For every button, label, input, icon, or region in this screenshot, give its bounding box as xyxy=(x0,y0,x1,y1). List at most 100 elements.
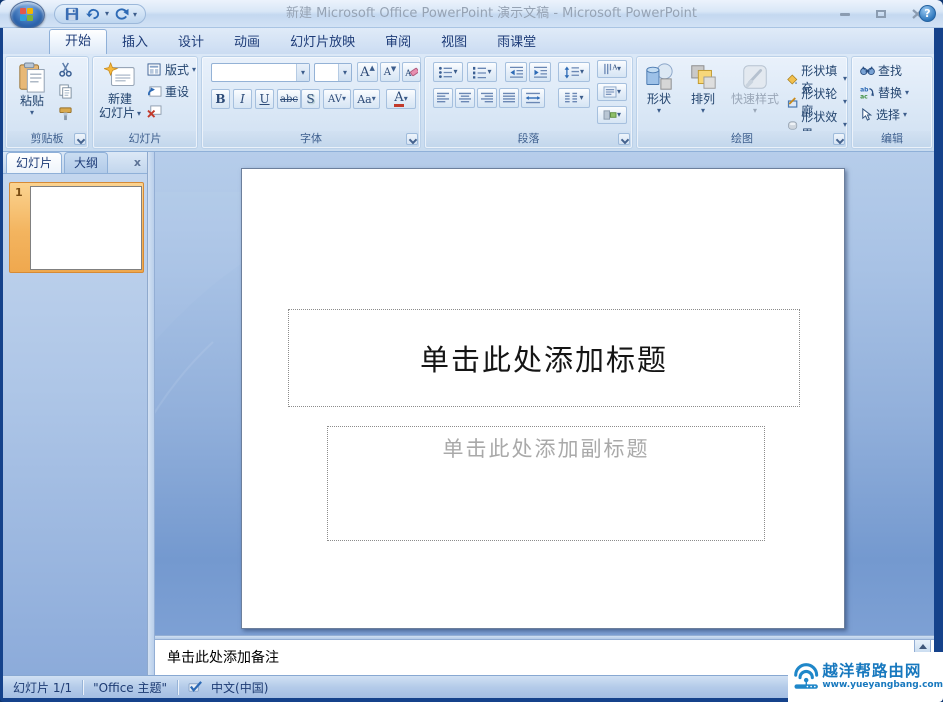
delete-slide-button[interactable] xyxy=(147,105,165,118)
line-spacing-dropdown: ▾ xyxy=(579,67,584,76)
increase-indent-icon xyxy=(533,66,547,78)
office-button[interactable] xyxy=(10,1,45,29)
numbering-button[interactable]: ▾ xyxy=(467,62,497,82)
panel-close-button[interactable]: x xyxy=(134,156,141,169)
layout-button[interactable]: 版式 ▾ xyxy=(147,61,196,78)
align-text-icon xyxy=(603,86,617,98)
save-icon xyxy=(65,7,79,21)
paste-dropdown[interactable]: ▾ xyxy=(30,109,34,117)
reset-button[interactable]: 重设 xyxy=(147,83,189,100)
grow-font-button[interactable]: A ▲ xyxy=(357,62,378,82)
customize-qat-button[interactable]: ▾ xyxy=(133,11,137,19)
clear-formatting-icon: A xyxy=(405,67,418,79)
redo-button[interactable] xyxy=(112,6,130,22)
tab-review[interactable]: 审阅 xyxy=(370,31,426,54)
font-dialog-launcher[interactable] xyxy=(406,133,418,145)
strikethrough-button[interactable]: abc xyxy=(277,89,301,109)
line-spacing-button[interactable]: ▾ xyxy=(558,62,590,82)
distributed-button[interactable] xyxy=(521,88,545,108)
replace-button[interactable]: ab ac 替换 ▾ xyxy=(860,84,909,101)
language-label: 中文(中国) xyxy=(211,680,269,695)
watermark: 越洋帮路由网 www.yueyangbang.com xyxy=(788,652,943,702)
reset-icon xyxy=(148,86,162,97)
reset-label: 重设 xyxy=(165,85,190,99)
align-center-button[interactable] xyxy=(455,88,475,108)
shapes-button[interactable]: 形状 ▾ xyxy=(639,57,679,115)
layout-icon xyxy=(147,63,161,76)
tab-insert[interactable]: 插入 xyxy=(107,31,163,54)
convert-smartart-button[interactable]: ▾ xyxy=(597,106,627,124)
workspace: 幻灯片 大纲 x 1 单击此处添加标题 单击此处添加副标题 单击此处添加备注 xyxy=(3,152,934,675)
paste-button[interactable]: 粘贴 ▾ xyxy=(12,57,52,117)
copy-button[interactable] xyxy=(58,84,73,99)
tab-animations[interactable]: 动画 xyxy=(219,31,275,54)
character-spacing-button[interactable]: AV ▾ xyxy=(323,89,351,109)
decrease-indent-button[interactable] xyxy=(505,62,527,82)
new-slide-button[interactable]: 新建 幻灯片 ▾ xyxy=(97,57,143,120)
italic-button[interactable]: I xyxy=(233,89,252,109)
character-spacing-label: AV xyxy=(328,93,342,105)
tab-view[interactable]: 视图 xyxy=(426,31,482,54)
align-left-button[interactable] xyxy=(433,88,453,108)
theme-name[interactable]: "Office 主题" xyxy=(83,679,177,696)
cut-button[interactable] xyxy=(58,62,73,77)
paragraph-dialog-launcher[interactable] xyxy=(618,133,630,145)
find-icon xyxy=(860,66,875,76)
slide-canvas[interactable]: 单击此处添加标题 单击此处添加副标题 xyxy=(241,168,845,629)
font-color-button[interactable]: A ▾ xyxy=(386,89,416,109)
save-button[interactable] xyxy=(63,6,81,22)
select-icon xyxy=(862,108,873,121)
tab-slideshow[interactable]: 幻灯片放映 xyxy=(275,31,370,54)
undo-button[interactable] xyxy=(84,6,102,22)
undo-dropdown[interactable]: ▾ xyxy=(105,10,109,18)
drawing-dialog-launcher[interactable] xyxy=(833,133,845,145)
bold-button[interactable]: B xyxy=(211,89,230,109)
quick-styles-button[interactable]: 快速样式 ▾ xyxy=(727,57,783,115)
tab-home[interactable]: 开始 xyxy=(49,29,108,54)
svg-text:ab: ab xyxy=(860,87,869,94)
align-right-button[interactable] xyxy=(477,88,497,108)
align-text-button[interactable]: ▾ xyxy=(597,83,627,101)
justify-button[interactable] xyxy=(499,88,519,108)
shrink-font-button[interactable]: A ▼ xyxy=(380,62,400,82)
minimize-icon xyxy=(840,12,850,16)
font-color-label: A xyxy=(394,90,404,107)
font-size-combo[interactable]: ▾ xyxy=(314,63,352,82)
arrange-button[interactable]: 排列 ▾ xyxy=(683,57,723,115)
maximize-button[interactable] xyxy=(869,7,893,21)
minimize-button[interactable] xyxy=(833,7,857,21)
new-slide-dropdown[interactable]: ▾ xyxy=(137,109,141,118)
office-logo-icon xyxy=(20,8,35,22)
title-placeholder[interactable]: 单击此处添加标题 xyxy=(288,309,800,407)
change-case-button[interactable]: Aa ▾ xyxy=(353,89,380,109)
format-painter-button[interactable] xyxy=(58,106,73,121)
underline-button[interactable]: U xyxy=(255,89,274,109)
columns-button[interactable]: ▾ xyxy=(558,88,590,108)
undo-icon xyxy=(85,8,99,19)
new-slide-label-1: 新建 xyxy=(107,92,132,106)
font-name-combo[interactable]: ▾ xyxy=(211,63,310,82)
shapes-label: 形状 xyxy=(646,92,671,106)
text-direction-button[interactable]: A ▾ xyxy=(597,60,627,78)
subtitle-placeholder[interactable]: 单击此处添加副标题 xyxy=(327,426,765,541)
slide-thumbnail-number: 1 xyxy=(15,186,23,199)
panel-tab-outline[interactable]: 大纲 xyxy=(64,152,109,173)
select-button[interactable]: 选择 ▾ xyxy=(860,106,907,123)
panel-tab-slides[interactable]: 幻灯片 xyxy=(6,152,63,173)
slide-thumbnail-selected[interactable]: 1 xyxy=(9,182,144,273)
tab-rain-classroom[interactable]: 雨课堂 xyxy=(482,31,551,54)
help-button[interactable]: ? xyxy=(919,5,936,22)
increase-indent-button[interactable] xyxy=(529,62,551,82)
slide-indicator: 幻灯片 1/1 xyxy=(13,680,73,695)
shapes-dropdown: ▾ xyxy=(656,106,661,115)
spellcheck-icon xyxy=(188,681,203,693)
text-shadow-button[interactable]: S xyxy=(301,89,320,109)
find-button[interactable]: 查找 xyxy=(860,62,902,79)
language-status[interactable]: 中文(中国) xyxy=(178,679,278,696)
panel-splitter[interactable] xyxy=(148,152,155,675)
clipboard-dialog-launcher[interactable] xyxy=(74,133,86,145)
clear-formatting-button[interactable]: A xyxy=(402,62,421,82)
tab-design[interactable]: 设计 xyxy=(163,31,219,54)
bullets-button[interactable]: ▾ xyxy=(433,62,463,82)
justify-icon xyxy=(503,92,515,103)
